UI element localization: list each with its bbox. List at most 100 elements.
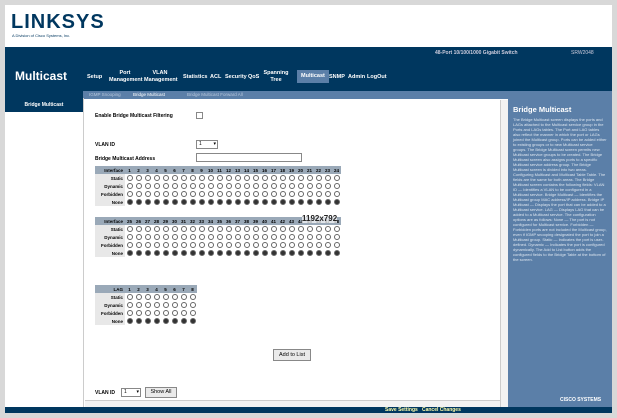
radio-button[interactable] bbox=[216, 182, 223, 189]
radio-button[interactable] bbox=[126, 309, 133, 316]
radio-button[interactable] bbox=[153, 190, 160, 197]
radio-button[interactable] bbox=[288, 249, 295, 256]
radio-button[interactable] bbox=[162, 233, 169, 240]
radio-button[interactable] bbox=[261, 190, 268, 197]
radio-button[interactable] bbox=[135, 301, 142, 308]
radio-button[interactable] bbox=[162, 198, 169, 205]
radio-button[interactable] bbox=[225, 233, 232, 240]
radio-button[interactable] bbox=[180, 190, 187, 197]
radio-button[interactable] bbox=[126, 233, 133, 240]
radio-button[interactable] bbox=[333, 190, 340, 197]
radio-button[interactable] bbox=[144, 249, 151, 256]
radio-button[interactable] bbox=[252, 233, 259, 240]
subtab-igmp-snooping[interactable]: IGMP Snooping bbox=[89, 92, 121, 97]
radio-button[interactable] bbox=[297, 249, 304, 256]
radio-button[interactable] bbox=[126, 249, 133, 256]
bma-input[interactable] bbox=[196, 153, 302, 162]
radio-button[interactable] bbox=[144, 293, 151, 300]
radio-button[interactable] bbox=[234, 198, 241, 205]
horizontal-scrollbar[interactable] bbox=[85, 400, 500, 407]
radio-button[interactable] bbox=[189, 293, 196, 300]
radio-button[interactable] bbox=[135, 198, 142, 205]
subtab-bridge-multicast[interactable]: Bridge Multicast bbox=[133, 92, 165, 97]
radio-button[interactable] bbox=[144, 174, 151, 181]
radio-button[interactable] bbox=[243, 249, 250, 256]
radio-button[interactable] bbox=[306, 241, 313, 248]
radio-button[interactable] bbox=[126, 182, 133, 189]
radio-button[interactable] bbox=[162, 301, 169, 308]
radio-button[interactable] bbox=[144, 198, 151, 205]
radio-button[interactable] bbox=[171, 249, 178, 256]
radio-button[interactable] bbox=[171, 233, 178, 240]
radio-button[interactable] bbox=[270, 225, 277, 232]
radio-button[interactable] bbox=[315, 198, 322, 205]
tab-security[interactable]: Security bbox=[225, 74, 247, 81]
radio-button[interactable] bbox=[279, 233, 286, 240]
radio-button[interactable] bbox=[126, 293, 133, 300]
radio-button[interactable] bbox=[216, 249, 223, 256]
radio-button[interactable] bbox=[243, 198, 250, 205]
radio-button[interactable] bbox=[243, 190, 250, 197]
radio-button[interactable] bbox=[252, 182, 259, 189]
radio-button[interactable] bbox=[144, 182, 151, 189]
tab-multicast[interactable]: Multicast bbox=[297, 70, 329, 83]
radio-button[interactable] bbox=[135, 182, 142, 189]
radio-button[interactable] bbox=[207, 174, 214, 181]
radio-button[interactable] bbox=[216, 190, 223, 197]
radio-button[interactable] bbox=[324, 174, 331, 181]
radio-button[interactable] bbox=[324, 182, 331, 189]
radio-button[interactable] bbox=[216, 174, 223, 181]
radio-button[interactable] bbox=[207, 241, 214, 248]
enable-filtering-checkbox[interactable] bbox=[196, 112, 203, 119]
radio-button[interactable] bbox=[135, 225, 142, 232]
radio-button[interactable] bbox=[207, 225, 214, 232]
radio-button[interactable] bbox=[252, 225, 259, 232]
radio-button[interactable] bbox=[135, 241, 142, 248]
radio-button[interactable] bbox=[207, 198, 214, 205]
radio-button[interactable] bbox=[126, 317, 133, 324]
radio-button[interactable] bbox=[144, 225, 151, 232]
radio-button[interactable] bbox=[261, 174, 268, 181]
radio-button[interactable] bbox=[207, 182, 214, 189]
radio-button[interactable] bbox=[279, 249, 286, 256]
radio-button[interactable] bbox=[333, 233, 340, 240]
radio-button[interactable] bbox=[171, 198, 178, 205]
radio-button[interactable] bbox=[279, 190, 286, 197]
radio-button[interactable] bbox=[207, 190, 214, 197]
radio-button[interactable] bbox=[270, 182, 277, 189]
radio-button[interactable] bbox=[153, 317, 160, 324]
radio-button[interactable] bbox=[288, 190, 295, 197]
radio-button[interactable] bbox=[225, 198, 232, 205]
radio-button[interactable] bbox=[180, 233, 187, 240]
radio-button[interactable] bbox=[252, 174, 259, 181]
radio-button[interactable] bbox=[126, 190, 133, 197]
radio-button[interactable] bbox=[126, 241, 133, 248]
radio-button[interactable] bbox=[144, 233, 151, 240]
radio-button[interactable] bbox=[279, 225, 286, 232]
radio-button[interactable] bbox=[288, 174, 295, 181]
radio-button[interactable] bbox=[225, 225, 232, 232]
tab-vlan-management[interactable]: VLAN Management bbox=[144, 70, 178, 84]
radio-button[interactable] bbox=[162, 225, 169, 232]
radio-button[interactable] bbox=[189, 182, 196, 189]
radio-button[interactable] bbox=[189, 249, 196, 256]
radio-button[interactable] bbox=[144, 309, 151, 316]
radio-button[interactable] bbox=[306, 249, 313, 256]
radio-button[interactable] bbox=[333, 174, 340, 181]
radio-button[interactable] bbox=[333, 198, 340, 205]
radio-button[interactable] bbox=[225, 182, 232, 189]
tab-qos[interactable]: QoS bbox=[248, 74, 259, 81]
radio-button[interactable] bbox=[207, 249, 214, 256]
radio-button[interactable] bbox=[306, 225, 313, 232]
vlan-filter-select[interactable]: 1 ▾ bbox=[121, 388, 141, 397]
radio-button[interactable] bbox=[279, 182, 286, 189]
radio-button[interactable] bbox=[153, 174, 160, 181]
radio-button[interactable] bbox=[171, 174, 178, 181]
radio-button[interactable] bbox=[333, 249, 340, 256]
radio-button[interactable] bbox=[189, 225, 196, 232]
radio-button[interactable] bbox=[315, 182, 322, 189]
radio-button[interactable] bbox=[180, 293, 187, 300]
radio-button[interactable] bbox=[180, 309, 187, 316]
add-to-list-button[interactable]: Add to List bbox=[273, 349, 311, 361]
radio-button[interactable] bbox=[297, 241, 304, 248]
